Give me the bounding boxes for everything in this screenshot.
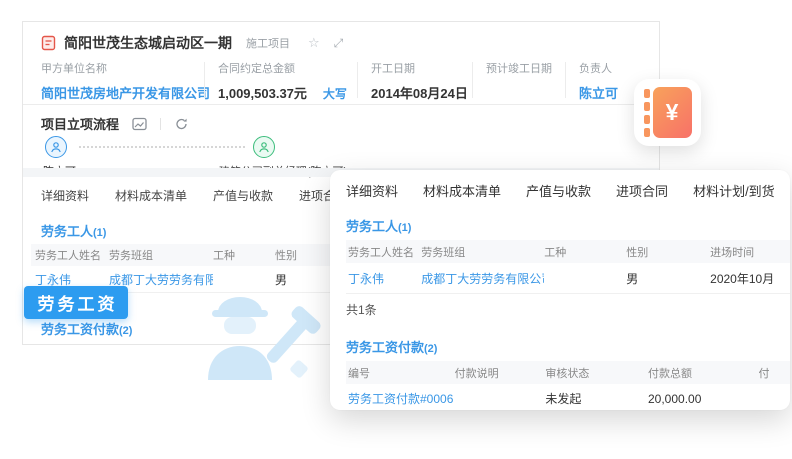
field-start-date: 开工日期 2014年08月24日: [371, 60, 459, 102]
person-icon: [50, 141, 62, 153]
labor-detail-panel: 详细资料 材料成本清单 产值与收款 进项合同 材料计划/到货 劳务工人 劳务工人…: [330, 170, 790, 410]
table-row: 丁永伟 成都丁大劳劳务有限公司 男 2020年10月: [346, 263, 790, 294]
section-title: 劳务工资付款: [346, 340, 424, 355]
col-gender: 性别: [626, 244, 710, 260]
field-label: 负责人: [579, 60, 618, 76]
crew-link[interactable]: 成都丁大劳劳务有限公司: [109, 271, 213, 288]
field-label: 甲方单位名称: [41, 60, 191, 76]
project-document-icon: [41, 35, 56, 51]
ledger-binding: [644, 89, 650, 137]
field-label: 合同约定总金额: [218, 60, 344, 76]
labor-wage-callout-badge: 劳务工资: [24, 286, 128, 319]
field-label: 预计竣工日期: [486, 60, 552, 76]
tab-detail[interactable]: 详细资料: [346, 181, 398, 200]
refresh-icon[interactable]: [174, 117, 189, 131]
page: 简阳世茂生态城启动区一期 施工项目 ☆ ⤢ 甲方单位名称 简阳世茂房地产开发有限…: [0, 0, 792, 459]
tab-detail[interactable]: 详细资料: [41, 187, 89, 204]
worker-name-link[interactable]: 丁永伟: [31, 271, 109, 288]
entry-time-cell: 2020年10月: [710, 270, 790, 287]
owner-company-link[interactable]: 简阳世茂房地产开发有限公司: [41, 83, 191, 102]
section-title: 劳务工人: [346, 219, 398, 234]
total-count-text: 共1条: [346, 301, 377, 318]
divider: [23, 104, 659, 105]
field-expected-finish-date: 预计竣工日期: [486, 60, 552, 83]
worker-section-heading: 劳务工人(1): [346, 216, 411, 236]
amount-text: 1,009,503.37元: [218, 86, 307, 101]
divider: [357, 62, 358, 98]
worker-name-link[interactable]: 丁永伟: [346, 270, 421, 287]
tab-output-receipts[interactable]: 产值与收款: [213, 187, 273, 204]
section-count: (2): [424, 343, 437, 355]
payment-table: 编号 付款说明 审核状态 付款总额 付 劳务工资付款#0006 未发起 20,0…: [346, 361, 790, 410]
contract-amount-value: 1,009,503.37元 大写: [218, 83, 344, 102]
divider: [204, 62, 205, 98]
flow-connector: [79, 146, 245, 148]
payment-section-heading: 劳务工资付款(2): [346, 337, 437, 357]
section-count: (2): [119, 325, 132, 337]
gender-cell: 男: [626, 270, 710, 287]
expand-icon[interactable]: ⤢: [334, 36, 344, 51]
project-summary-fields: 甲方单位名称 简阳世茂房地产开发有限公司 合同约定总金额 1,009,503.3…: [41, 60, 647, 102]
wage-ledger-icon-card: ¥: [634, 79, 701, 146]
yen-symbol: ¥: [666, 99, 679, 126]
panel-tab-bar: 详细资料 材料成本清单 产值与收款 进项合同 材料计划/到货 劳务工人: [346, 181, 790, 200]
tab-material-cost[interactable]: 材料成本清单: [115, 187, 187, 204]
review-status-cell: 未发起: [545, 390, 648, 407]
section-count: (1): [398, 222, 411, 234]
field-owner: 甲方单位名称 简阳世茂房地产开发有限公司: [41, 60, 191, 102]
tab-input-contract[interactable]: 进项合同: [616, 181, 668, 200]
start-date-value: 2014年08月24日: [371, 83, 459, 102]
col-payment-total: 付款总额: [648, 365, 759, 381]
worker-table: 劳务工人姓名 劳务班组 工种 性别 进场时间 丁永伟 成都丁大劳劳务有限公司 男…: [346, 240, 790, 294]
col-worker-name: 劳务工人姓名: [346, 244, 421, 260]
tab-material-plan[interactable]: 材料计划/到货: [693, 181, 775, 200]
col-number: 编号: [346, 365, 455, 381]
section-title: 劳务工资付款: [41, 322, 119, 337]
tab-material-cost[interactable]: 材料成本清单: [423, 181, 501, 200]
payment-total-cell: 20,000.00: [648, 392, 759, 406]
construction-worker-watermark: [200, 288, 322, 388]
gender-cell: 男: [275, 271, 335, 288]
flow-chart-icon[interactable]: [132, 117, 147, 131]
worker-section-heading: 劳务工人(1): [41, 221, 106, 241]
payment-number-link[interactable]: 劳务工资付款#0006: [346, 390, 455, 407]
project-type-tag: 施工项目: [246, 35, 290, 51]
section-count: (1): [93, 227, 106, 239]
field-label: 开工日期: [371, 60, 459, 76]
approver-avatar[interactable]: [253, 136, 275, 158]
col-truncated: 付: [759, 365, 790, 381]
approver-avatar[interactable]: [45, 136, 67, 158]
tab-output-receipts[interactable]: 产值与收款: [526, 181, 591, 200]
section-title: 劳务工人: [41, 224, 93, 239]
flow-title: 项目立项流程: [41, 114, 119, 133]
table-header-row: 编号 付款说明 审核状态 付款总额 付: [346, 361, 790, 384]
approval-flow-header: 项目立项流程: [41, 114, 189, 133]
divider: [160, 118, 161, 130]
col-payment-note: 付款说明: [455, 365, 546, 381]
field-contract-amount: 合同约定总金额 1,009,503.37元 大写: [218, 60, 344, 102]
col-gender: 性别: [275, 247, 335, 263]
favorite-star-icon[interactable]: ☆: [308, 35, 320, 51]
field-manager: 负责人 陈立可: [579, 60, 618, 102]
col-trade: 工种: [213, 247, 275, 263]
col-worker-name: 劳务工人姓名: [31, 247, 109, 263]
payment-section-heading: 劳务工资付款(2): [41, 319, 132, 339]
ledger-icon: ¥: [644, 87, 692, 138]
table-header-row: 劳务工人姓名 劳务班组 工种 性别 进场时间: [346, 240, 790, 263]
person-icon: [258, 141, 270, 153]
window-title-row: 简阳世茂生态城启动区一期 施工项目 ☆ ⤢: [41, 31, 343, 55]
col-crew: 劳务班组: [109, 247, 213, 263]
col-crew: 劳务班组: [421, 244, 544, 260]
manager-link[interactable]: 陈立可: [579, 83, 618, 102]
col-trade: 工种: [544, 244, 626, 260]
divider: [565, 62, 566, 98]
col-review-status: 审核状态: [545, 365, 648, 381]
project-title: 简阳世茂生态城启动区一期: [64, 33, 232, 53]
table-row: 劳务工资付款#0006 未发起 20,000.00: [346, 384, 790, 410]
crew-link[interactable]: 成都丁大劳劳务有限公司: [421, 270, 544, 287]
col-entry-time: 进场时间: [710, 244, 790, 260]
uppercase-link[interactable]: 大写: [323, 87, 347, 101]
divider: [472, 62, 473, 98]
ledger-book: ¥: [653, 87, 692, 138]
